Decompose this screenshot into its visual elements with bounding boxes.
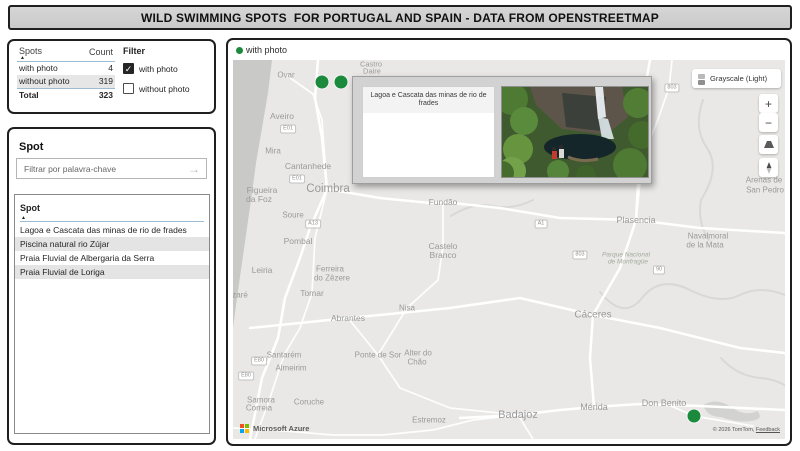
tooltip-card: Lagoa e Cascata das minas de rio de frad… — [362, 86, 495, 178]
attribution-label: Microsoft Azure — [253, 424, 309, 433]
pitch-button[interactable] — [759, 135, 778, 154]
map-canvas[interactable]: OvarCastroDaireAveiroMiraCantanhedeCoimb… — [233, 60, 785, 439]
zoom-in-button[interactable]: + — [759, 94, 778, 113]
summary-panel: Spots ▲ Count with photo 4 without photo… — [7, 39, 216, 114]
search-box[interactable]: → — [16, 158, 207, 179]
page-title: WILD SWIMMING SPOTS FOR PORTUGAL AND SPA… — [141, 11, 659, 25]
map-spot-marker[interactable] — [688, 410, 701, 423]
road-badge: E01 — [289, 175, 305, 184]
title-bar: WILD SWIMMING SPOTS FOR PORTUGAL AND SPA… — [8, 5, 792, 30]
filter-option-label: with photo — [139, 64, 178, 74]
filter-title: Filter — [123, 46, 215, 56]
map-style-label: Grayscale (Light) — [710, 74, 767, 83]
pitch-icon — [764, 141, 774, 148]
map-panel: with photo — [226, 38, 792, 446]
road-badge: E01 — [280, 125, 296, 134]
summary-table-header[interactable]: Spots ▲ Count — [17, 47, 115, 62]
spot-slicer-title: Spot — [19, 141, 43, 153]
checkbox-unchecked-icon[interactable] — [123, 83, 134, 94]
zoom-out-button[interactable]: − — [759, 113, 778, 132]
dashboard: WILD SWIMMING SPOTS FOR PORTUGAL AND SPA… — [0, 0, 800, 451]
feedback-link[interactable]: Feedback — [756, 427, 780, 433]
map-legend: with photo — [236, 45, 287, 55]
microsoft-logo-icon — [240, 424, 249, 433]
map-spot-marker[interactable] — [335, 76, 348, 89]
map-style-button[interactable]: Grayscale (Light) — [692, 69, 781, 88]
map-tooltip: Lagoa e Cascata das minas de rio de frad… — [352, 76, 652, 184]
filter-option[interactable]: ✓ with photo — [123, 63, 215, 74]
list-item[interactable]: Praia Fluvial de Albergaria da Serra — [15, 251, 209, 265]
road-badge: 90 — [653, 266, 665, 275]
waterfall-photo-illustration — [502, 87, 648, 177]
road-badge: A1 — [535, 220, 548, 229]
filter-option-label: without photo — [139, 84, 190, 94]
map-copyright: © 2026 TomTom, Feedback — [713, 427, 780, 433]
table-total-row: Total 323 — [17, 88, 115, 102]
filter-slicer: Filter ✓ with photo without photo — [123, 46, 215, 103]
road-badge: A13 — [305, 220, 321, 229]
column-count[interactable]: Count — [89, 47, 113, 61]
map-spot-marker[interactable] — [316, 76, 329, 89]
spot-listbox: Spot ▲ Lagoa e Cascata das minas de rio … — [14, 194, 210, 434]
compass-button[interactable] — [759, 158, 778, 177]
list-item[interactable]: Lagoa e Cascata das minas de rio de frad… — [15, 223, 209, 237]
spot-list-header[interactable]: Spot ▲ — [20, 198, 204, 222]
search-arrow-icon[interactable]: → — [182, 162, 206, 176]
road-badge: 803 — [664, 84, 679, 93]
list-item[interactable]: Praia Fluvial de Loriga — [15, 265, 209, 279]
summary-table: Spots ▲ Count with photo 4 without photo… — [17, 47, 115, 102]
compass-icon — [766, 162, 772, 174]
map-style-icon — [697, 73, 706, 85]
spot-photo — [501, 86, 649, 178]
road-badge: 803 — [572, 251, 587, 260]
sort-ascending-icon: ▲ — [21, 216, 204, 221]
spot-panel: Spot → Spot ▲ Lagoa e Cascata das minas … — [7, 127, 216, 445]
road-badge: E80 — [251, 357, 267, 366]
checkbox-checked-icon[interactable]: ✓ — [123, 63, 134, 74]
legend-dot-icon — [236, 47, 243, 54]
table-row[interactable]: with photo 4 — [17, 62, 115, 75]
sort-ascending-icon: ▲ — [20, 56, 42, 61]
list-item[interactable]: Piscina natural rio Zújar — [15, 237, 209, 251]
road-badge: E80 — [238, 372, 254, 381]
tooltip-title: Lagoa e Cascata das minas de rio de frad… — [363, 87, 494, 113]
map-attribution: Microsoft Azure — [240, 424, 309, 433]
table-row[interactable]: without photo 319 — [17, 75, 115, 88]
filter-option[interactable]: without photo — [123, 83, 215, 94]
search-input[interactable] — [17, 164, 182, 174]
column-spots[interactable]: Spots ▲ — [19, 47, 42, 61]
legend-label: with photo — [246, 45, 287, 55]
